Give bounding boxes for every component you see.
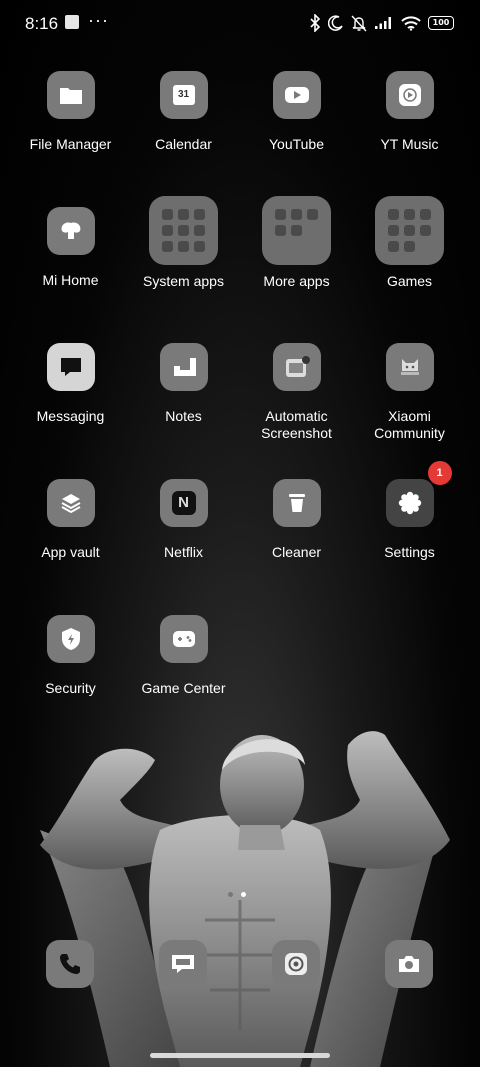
app-label: System apps: [143, 273, 224, 289]
screenshot-icon: [272, 343, 321, 391]
battery-icon: 100: [428, 16, 454, 30]
app-label: Xiaomi Community: [374, 408, 445, 441]
app-game-center[interactable]: Game Center: [127, 615, 240, 697]
music-play-icon: [385, 71, 434, 119]
gamepad-icon: [159, 615, 208, 663]
folder-games[interactable]: Games: [353, 196, 466, 290]
app-cleaner[interactable]: Cleaner: [240, 479, 353, 561]
status-time: 8:16: [25, 14, 59, 33]
play-icon: [272, 71, 321, 119]
gear-icon: 1: [385, 461, 452, 527]
app-label: Messaging: [36, 408, 105, 424]
status-icons: 100: [309, 12, 454, 34]
folder-icon: [46, 71, 95, 119]
app-label: More apps: [263, 273, 330, 289]
netflix-letter: N: [171, 491, 196, 515]
browser-icon: [285, 953, 307, 975]
layers-icon: [46, 479, 95, 527]
app-notes[interactable]: Notes: [127, 343, 240, 425]
notification-badge: 1: [427, 461, 452, 485]
app-label: File Manager: [29, 136, 112, 152]
camera-icon: [399, 956, 419, 972]
folder-grid-icon: [375, 196, 444, 265]
message-bubble-icon: [46, 343, 95, 391]
bell-muted-icon: [351, 15, 367, 31]
app-label: Game Center: [141, 680, 226, 696]
app-automatic-screenshot[interactable]: Automatic Screenshot: [240, 343, 353, 442]
app-label: Cleaner: [271, 544, 322, 560]
more-notifications-icon: ···: [88, 10, 109, 30]
app-xiaomi-community[interactable]: Xiaomi Community: [353, 343, 466, 442]
phone-icon: [60, 954, 80, 974]
app-label: Calendar: [155, 136, 212, 152]
dock-phone[interactable]: [46, 940, 94, 988]
chat-icon: [172, 955, 194, 973]
app-mi-home[interactable]: Mi Home: [14, 207, 127, 289]
dock-messages[interactable]: [159, 940, 207, 988]
app-youtube[interactable]: YouTube: [240, 71, 353, 153]
mi-home-icon: [46, 207, 95, 255]
calendar-date: 31: [172, 85, 195, 105]
trash-icon: [272, 479, 321, 527]
app-label: Security: [45, 680, 96, 696]
folder-grid-icon: [262, 196, 331, 265]
app-netflix[interactable]: N Netflix: [127, 479, 240, 561]
app-app-vault[interactable]: App vault: [14, 479, 127, 561]
dock-browser[interactable]: [272, 940, 320, 988]
app-label: App vault: [41, 544, 100, 560]
app-label: Netflix: [164, 544, 203, 560]
moon-icon: [328, 15, 343, 31]
shield-icon: [46, 615, 95, 663]
calendar-icon: 31: [159, 71, 208, 119]
app-label: Games: [386, 273, 433, 289]
folder-more-apps[interactable]: More apps: [240, 196, 353, 290]
home-indicator[interactable]: [150, 1053, 330, 1058]
netflix-icon: N: [159, 479, 208, 527]
signal-icon: [375, 17, 391, 29]
notification-square-icon: [65, 15, 79, 29]
app-label: Mi Home: [42, 272, 99, 288]
community-icon: [385, 343, 434, 391]
app-label: Automatic Screenshot: [261, 408, 332, 441]
app-label: Settings: [384, 544, 435, 560]
app-label: YouTube: [268, 136, 324, 152]
wifi-icon: [401, 15, 421, 31]
folder-system-apps[interactable]: System apps: [127, 196, 240, 290]
app-settings[interactable]: 1 Settings: [353, 461, 466, 561]
app-file-manager[interactable]: File Manager: [14, 71, 127, 153]
status-bar: 8:16 ··· 100: [0, 0, 480, 48]
app-label: Notes: [165, 408, 202, 424]
app-yt-music[interactable]: YT Music: [353, 71, 466, 153]
page-dot-active: [241, 892, 246, 897]
app-security[interactable]: Security: [14, 615, 127, 697]
page-dot: [228, 892, 233, 897]
app-messaging[interactable]: Messaging: [14, 343, 127, 425]
app-calendar[interactable]: 31 Calendar: [127, 71, 240, 153]
folder-grid-icon: [149, 196, 218, 265]
bluetooth-icon: [310, 14, 321, 32]
page-indicator: [228, 892, 246, 897]
notes-icon: [159, 343, 208, 391]
dock-camera[interactable]: [385, 940, 433, 988]
app-label: YT Music: [380, 136, 439, 152]
